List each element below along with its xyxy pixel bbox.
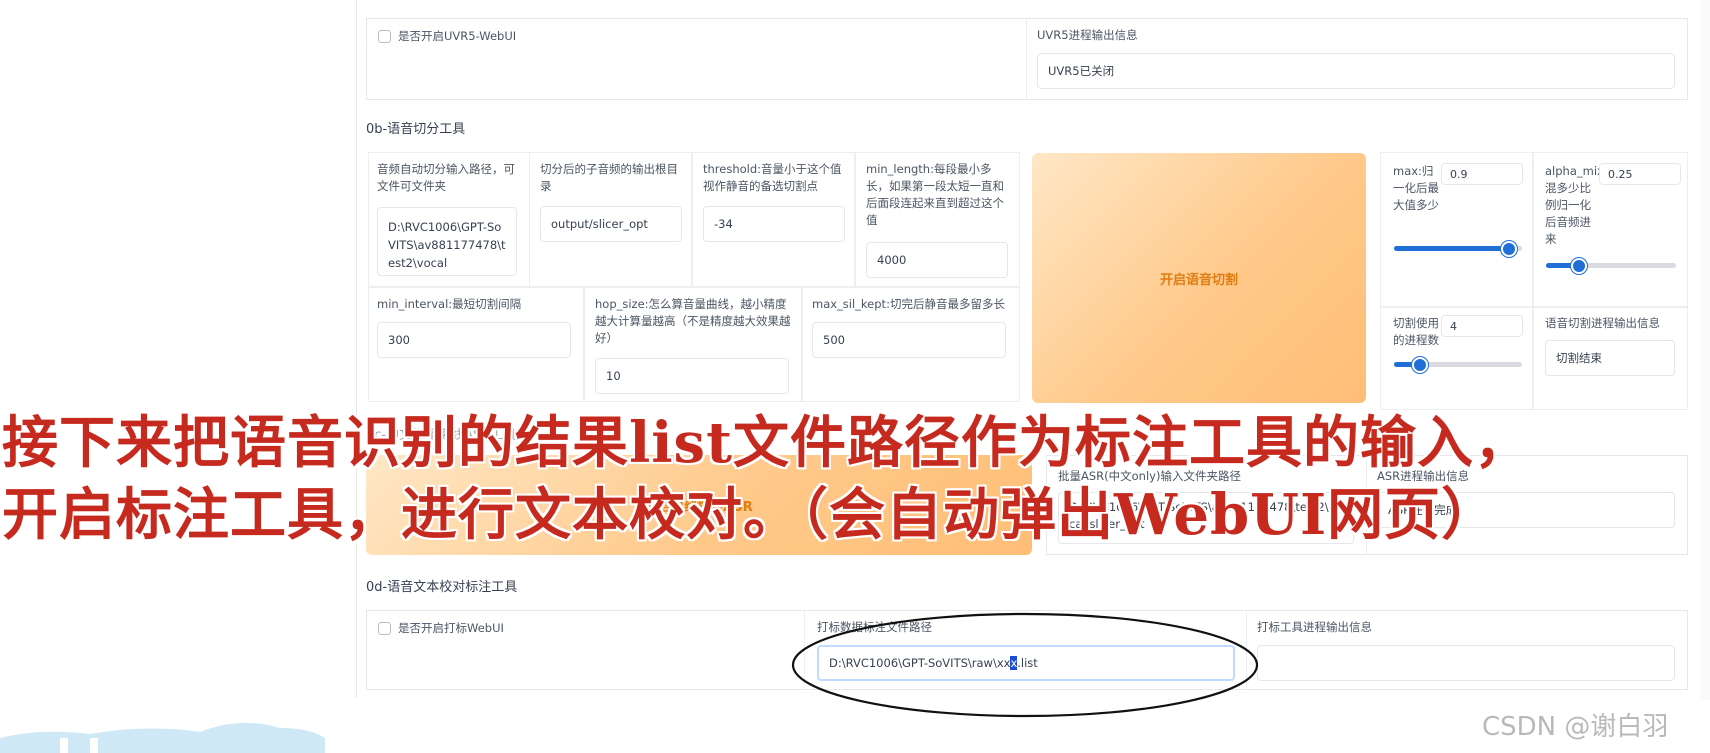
annotator-output-field[interactable]	[1257, 645, 1675, 681]
slicer-output-dir-label: 切分后的子音频的输出根目录	[540, 162, 678, 193]
uvr5-output-field[interactable]: UVR5已关闭	[1037, 53, 1675, 89]
slicer-section-title: 0b-语音切分工具	[366, 122, 466, 137]
alpha-label: alpha_mix:混多少比例归一化后音频进来	[1545, 164, 1608, 246]
threshold-label: threshold:音量小于这个值视作静音的备选切割点	[703, 162, 842, 193]
slicer-output-label: 语音切割进程输出信息	[1545, 316, 1660, 330]
start-slicing-button[interactable]: 开启语音切割	[1032, 153, 1366, 403]
procs-label: 切割使用的进程数	[1393, 316, 1439, 347]
min-interval-field[interactable]: 300	[377, 322, 571, 358]
annotator-section-title: 0d-语音文本校对标注工具	[366, 580, 518, 595]
alpha-slider-thumb[interactable]	[1570, 258, 1587, 274]
procs-number-field[interactable]: 4	[1441, 315, 1523, 337]
hop-size-label: hop_size:怎么算音量曲线，越小精度越大计算量越高（不是精度越大效果越好）	[595, 297, 791, 345]
annotator-checkbox[interactable]	[378, 622, 391, 635]
uvr5-checkbox[interactable]	[378, 30, 391, 43]
watermark: CSDN @谢白羽	[1482, 712, 1669, 742]
uvr5-output-label: UVR5进程输出信息	[1037, 28, 1138, 42]
slicer-input-field[interactable]: D:\RVC1006\GPT-SoVITS\av881177478\test2\…	[377, 207, 517, 276]
procs-slider-thumb[interactable]	[1411, 357, 1428, 373]
alpha-number-field[interactable]: 0.25	[1599, 163, 1681, 185]
annotator-checkbox-label: 是否开启打标WebUI	[398, 621, 504, 635]
max-number-field[interactable]: 0.9	[1441, 163, 1523, 185]
slicer-output-dir-field[interactable]: output/slicer_opt	[540, 206, 682, 242]
max-slider-fill	[1394, 246, 1510, 251]
caption-line-1: 接下来把语音识别的结果list文件路径作为标注工具的输入，	[2, 410, 1531, 476]
decorative-shape	[0, 722, 325, 753]
highlight-ellipse	[791, 612, 1259, 718]
max-slider[interactable]	[1394, 241, 1522, 257]
uvr5-divider	[1026, 18, 1027, 100]
max-label: max:归一化后最大值多少	[1393, 164, 1439, 212]
min-length-field[interactable]: 4000	[866, 242, 1008, 278]
threshold-field[interactable]: -34	[703, 206, 845, 242]
min-length-label: min_length:每段最小多长，如果第一段太短一直和后面段连起来直到超过这个…	[866, 162, 1004, 227]
alpha-slider[interactable]	[1546, 258, 1676, 274]
min-interval-label: min_interval:最短切割间隔	[377, 297, 522, 311]
slicer-output-field[interactable]: 切割结束	[1545, 340, 1675, 376]
hop-size-field[interactable]: 10	[595, 358, 789, 394]
max-sil-kept-field[interactable]: 500	[812, 322, 1006, 358]
scrollbar[interactable]	[1700, 0, 1710, 700]
caption-line-2: 开启标注工具，进行文本校对。（会自动弹出WebUI网页）	[2, 482, 1499, 548]
procs-slider[interactable]	[1394, 357, 1522, 373]
uvr5-checkbox-label: 是否开启UVR5-WebUI	[398, 29, 517, 43]
annotator-output-label: 打标工具进程输出信息	[1257, 620, 1372, 634]
slicer-input-label: 音频自动切分输入路径，可文件可文件夹	[377, 162, 515, 193]
max-sil-kept-label: max_sil_kept:切完后静音最多留多长	[812, 297, 1005, 311]
